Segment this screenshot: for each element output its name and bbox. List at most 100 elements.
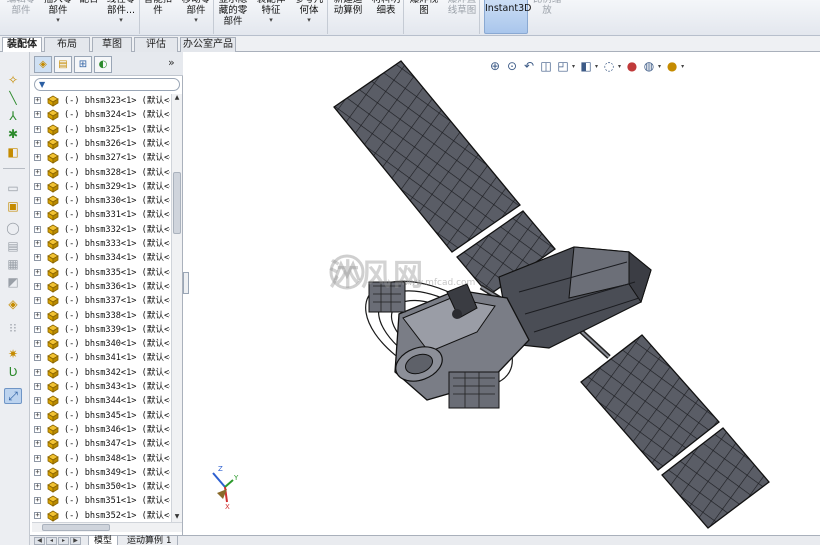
- scroll-up-icon[interactable]: ▲: [173, 94, 181, 103]
- tab-office-products[interactable]: 办公室产品: [180, 37, 236, 52]
- expand-icon[interactable]: +: [34, 240, 41, 247]
- dropdown-arrow-icon[interactable]: ▾: [292, 16, 326, 24]
- tree-item[interactable]: + (-) bhsm335<1> (默认<<: [30, 266, 170, 280]
- ribbon-button[interactable]: 比例缩 放: [531, 0, 563, 16]
- tree-item[interactable]: + (-) bhsm328<1> (默认<<: [30, 166, 170, 180]
- ribbon-button[interactable]: 移动零 部件▾: [180, 0, 212, 24]
- feature-tree-tab-icon[interactable]: ◈: [34, 56, 52, 73]
- tree-item[interactable]: + (-) bhsm334<1> (默认<<: [30, 251, 170, 265]
- tree-vertical-scrollbar[interactable]: ▲ ▼: [171, 94, 182, 522]
- expand-icon[interactable]: +: [34, 311, 41, 319]
- expand-icon[interactable]: +: [34, 197, 41, 205]
- tree-item[interactable]: + (-) bhsm331<1> (默认<<: [30, 208, 170, 222]
- ribbon-button[interactable]: 材料明 细表: [370, 0, 402, 16]
- expand-icon[interactable]: +: [34, 168, 41, 176]
- scroll-down-icon[interactable]: ▼: [173, 513, 181, 522]
- expand-icon[interactable]: +: [34, 268, 41, 276]
- tree-item[interactable]: + (-) bhsm345<1> (默认<<: [30, 409, 170, 423]
- configuration-manager-tab-icon[interactable]: ⊞: [74, 56, 92, 73]
- point-icon[interactable]: ✱: [4, 126, 22, 142]
- tree-item[interactable]: + (-) bhsm346<1> (默认<<: [30, 423, 170, 437]
- tab-sketch[interactable]: 草图: [92, 37, 132, 52]
- rotate-icon[interactable]: ◯: [4, 220, 22, 236]
- expand-icon[interactable]: +: [34, 211, 41, 219]
- tree-item[interactable]: + (-) bhsm325<1> (默认<<: [30, 123, 170, 137]
- last-tab-icon[interactable]: ▶: [70, 537, 81, 545]
- tree-item[interactable]: + (-) bhsm342<1> (默认<<: [30, 366, 170, 380]
- tree-item[interactable]: + (-) bhsm347<1> (默认<<: [30, 437, 170, 451]
- filter-field[interactable]: ▼: [34, 78, 180, 91]
- expand-icon[interactable]: +: [34, 497, 41, 505]
- prev-tab-icon[interactable]: ◂: [46, 537, 57, 545]
- dropdown-arrow-icon[interactable]: ▾: [104, 16, 138, 24]
- expand-icon[interactable]: +: [34, 440, 41, 448]
- ribbon-button[interactable]: 智能扣 件: [142, 0, 174, 16]
- axis-icon[interactable]: ⅄: [4, 108, 22, 124]
- copy-icon[interactable]: ▭: [4, 180, 22, 196]
- expand-icon[interactable]: +: [34, 225, 41, 233]
- ribbon-button[interactable]: 编辑零 部件: [4, 0, 38, 16]
- expand-icon[interactable]: +: [34, 125, 41, 133]
- pattern-icon[interactable]: ◈: [4, 296, 22, 312]
- ribbon-button[interactable]: 插入零 部件▾: [42, 0, 74, 24]
- tree-item[interactable]: + (-) bhsm350<1> (默认<<: [30, 480, 170, 494]
- instant3d-icon[interactable]: ⤢: [4, 388, 22, 404]
- tree-item[interactable]: + (-) bhsm349<1> (默认<<: [30, 466, 170, 480]
- tree-horizontal-scrollbar[interactable]: [32, 522, 182, 532]
- expand-icon[interactable]: +: [34, 483, 41, 491]
- tree-item[interactable]: + (-) bhsm338<1> (默认<<: [30, 309, 170, 323]
- tree-item[interactable]: + (-) bhsm326<1> (默认<<: [30, 137, 170, 151]
- expand-icon[interactable]: +: [34, 411, 41, 419]
- expand-icon[interactable]: +: [34, 454, 41, 462]
- tree-item[interactable]: + (-) bhsm348<1> (默认<<: [30, 452, 170, 466]
- move-icon[interactable]: ▤: [4, 238, 22, 254]
- expand-icon[interactable]: +: [34, 282, 41, 290]
- property-manager-tab-icon[interactable]: ▤: [54, 56, 72, 73]
- first-tab-icon[interactable]: ◀: [34, 537, 45, 545]
- array-icon[interactable]: ⁝⁝: [4, 320, 22, 336]
- dropdown-arrow-icon[interactable]: ▾: [256, 16, 286, 24]
- next-tab-icon[interactable]: ▸: [58, 537, 69, 545]
- expand-icon[interactable]: +: [34, 468, 41, 476]
- expand-icon[interactable]: +: [34, 139, 41, 147]
- ribbon-button[interactable]: 爆炸直 线草图: [446, 0, 478, 16]
- expand-icon[interactable]: +: [34, 254, 41, 262]
- tree-item[interactable]: + (-) bhsm344<1> (默认<<: [30, 394, 170, 408]
- tree-item[interactable]: + (-) bhsm352<1> (默认<<: [30, 509, 170, 522]
- expand-icon[interactable]: +: [34, 154, 41, 162]
- tab-model[interactable]: 模型: [88, 536, 119, 545]
- tree-item[interactable]: + (-) bhsm340<1> (默认<<: [30, 337, 170, 351]
- expand-icon[interactable]: +: [34, 325, 41, 333]
- explode-icon[interactable]: ✷: [4, 346, 22, 362]
- tree-item[interactable]: + (-) bhsm351<1> (默认<<: [30, 494, 170, 508]
- ribbon-button[interactable]: 爆炸视 图: [408, 0, 440, 16]
- horizontal-scroll-thumb[interactable]: [42, 524, 110, 531]
- tree-item[interactable]: + (-) bhsm336<1> (默认<<: [30, 280, 170, 294]
- coordinate-icon[interactable]: ◧: [4, 144, 22, 160]
- expand-icon[interactable]: +: [34, 297, 41, 305]
- tree-item[interactable]: + (-) bhsm333<1> (默认<<: [30, 237, 170, 251]
- scroll-thumb[interactable]: [173, 172, 181, 234]
- ribbon-button[interactable]: 显示隐 藏的零 部件: [216, 0, 250, 27]
- expand-icon[interactable]: +: [34, 182, 41, 190]
- expand-icon[interactable]: +: [34, 340, 41, 348]
- smart-dimension-icon[interactable]: ✧: [4, 72, 22, 88]
- line-icon[interactable]: ╲: [4, 90, 22, 106]
- expand-icon[interactable]: +: [34, 397, 41, 405]
- expand-icon[interactable]: +: [34, 354, 41, 362]
- tree-item[interactable]: + (-) bhsm330<1> (默认<<: [30, 194, 170, 208]
- tree-item[interactable]: + (-) bhsm339<1> (默认<<: [30, 323, 170, 337]
- tab-motion-study-1[interactable]: 运动算例 1: [122, 536, 178, 545]
- tree-item[interactable]: + (-) bhsm337<1> (默认<<: [30, 294, 170, 308]
- dropdown-arrow-icon[interactable]: ▾: [180, 16, 212, 24]
- tab-assembly[interactable]: 装配体: [2, 37, 42, 53]
- ribbon-button[interactable]: 装配体 特征▾: [256, 0, 286, 24]
- tab-evaluate[interactable]: 评估: [134, 37, 178, 52]
- expand-icon[interactable]: +: [34, 383, 41, 390]
- hide-icon[interactable]: ▦: [4, 256, 22, 272]
- ribbon-button[interactable]: Instant3D: [484, 0, 531, 34]
- dropdown-arrow-icon[interactable]: ▾: [42, 16, 74, 24]
- tree-item[interactable]: + (-) bhsm329<1> (默认<<: [30, 180, 170, 194]
- display-manager-tab-icon[interactable]: ◐: [94, 56, 112, 73]
- mirror-icon[interactable]: ◩: [4, 274, 22, 290]
